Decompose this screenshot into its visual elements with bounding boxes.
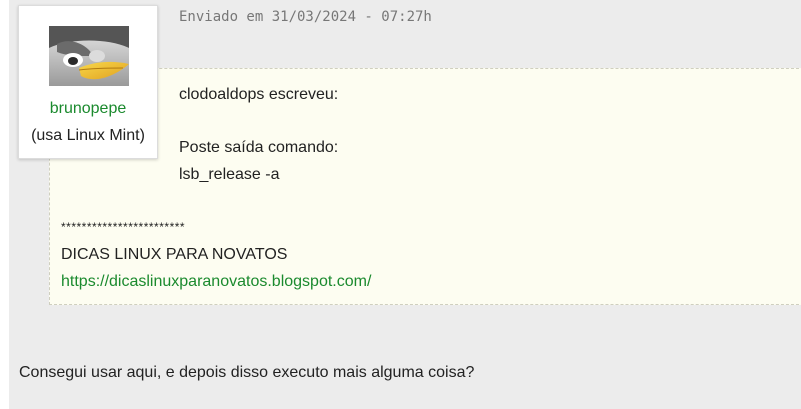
signature-link[interactable]: https://dicaslinuxparanovatos.blogspot.c… <box>61 273 371 290</box>
signature-title: DICAS LINUX PARA NOVATOS <box>61 246 288 263</box>
forum-post: Enviado em 31/03/2024 - 07:27h clodoaldo… <box>0 0 801 409</box>
signature-separator: ************************ <box>61 220 186 234</box>
quote-line: lsb_release -a <box>179 166 280 183</box>
user-card: brunopepe (usa Linux Mint) <box>18 5 158 159</box>
tux-avatar-icon[interactable] <box>49 26 129 86</box>
post-date: Enviado em 31/03/2024 - 07:27h <box>179 9 432 25</box>
user-distro: (usa Linux Mint) <box>31 127 145 144</box>
reply-text: Consegui usar aqui, e depois disso execu… <box>19 364 475 381</box>
left-margin-strip <box>0 0 9 409</box>
quote-box <box>49 68 801 305</box>
quote-author: clodoaldops escreveu: <box>179 86 339 103</box>
quote-line: Poste saída comando: <box>179 139 339 156</box>
username-link[interactable]: brunopepe <box>19 100 157 118</box>
